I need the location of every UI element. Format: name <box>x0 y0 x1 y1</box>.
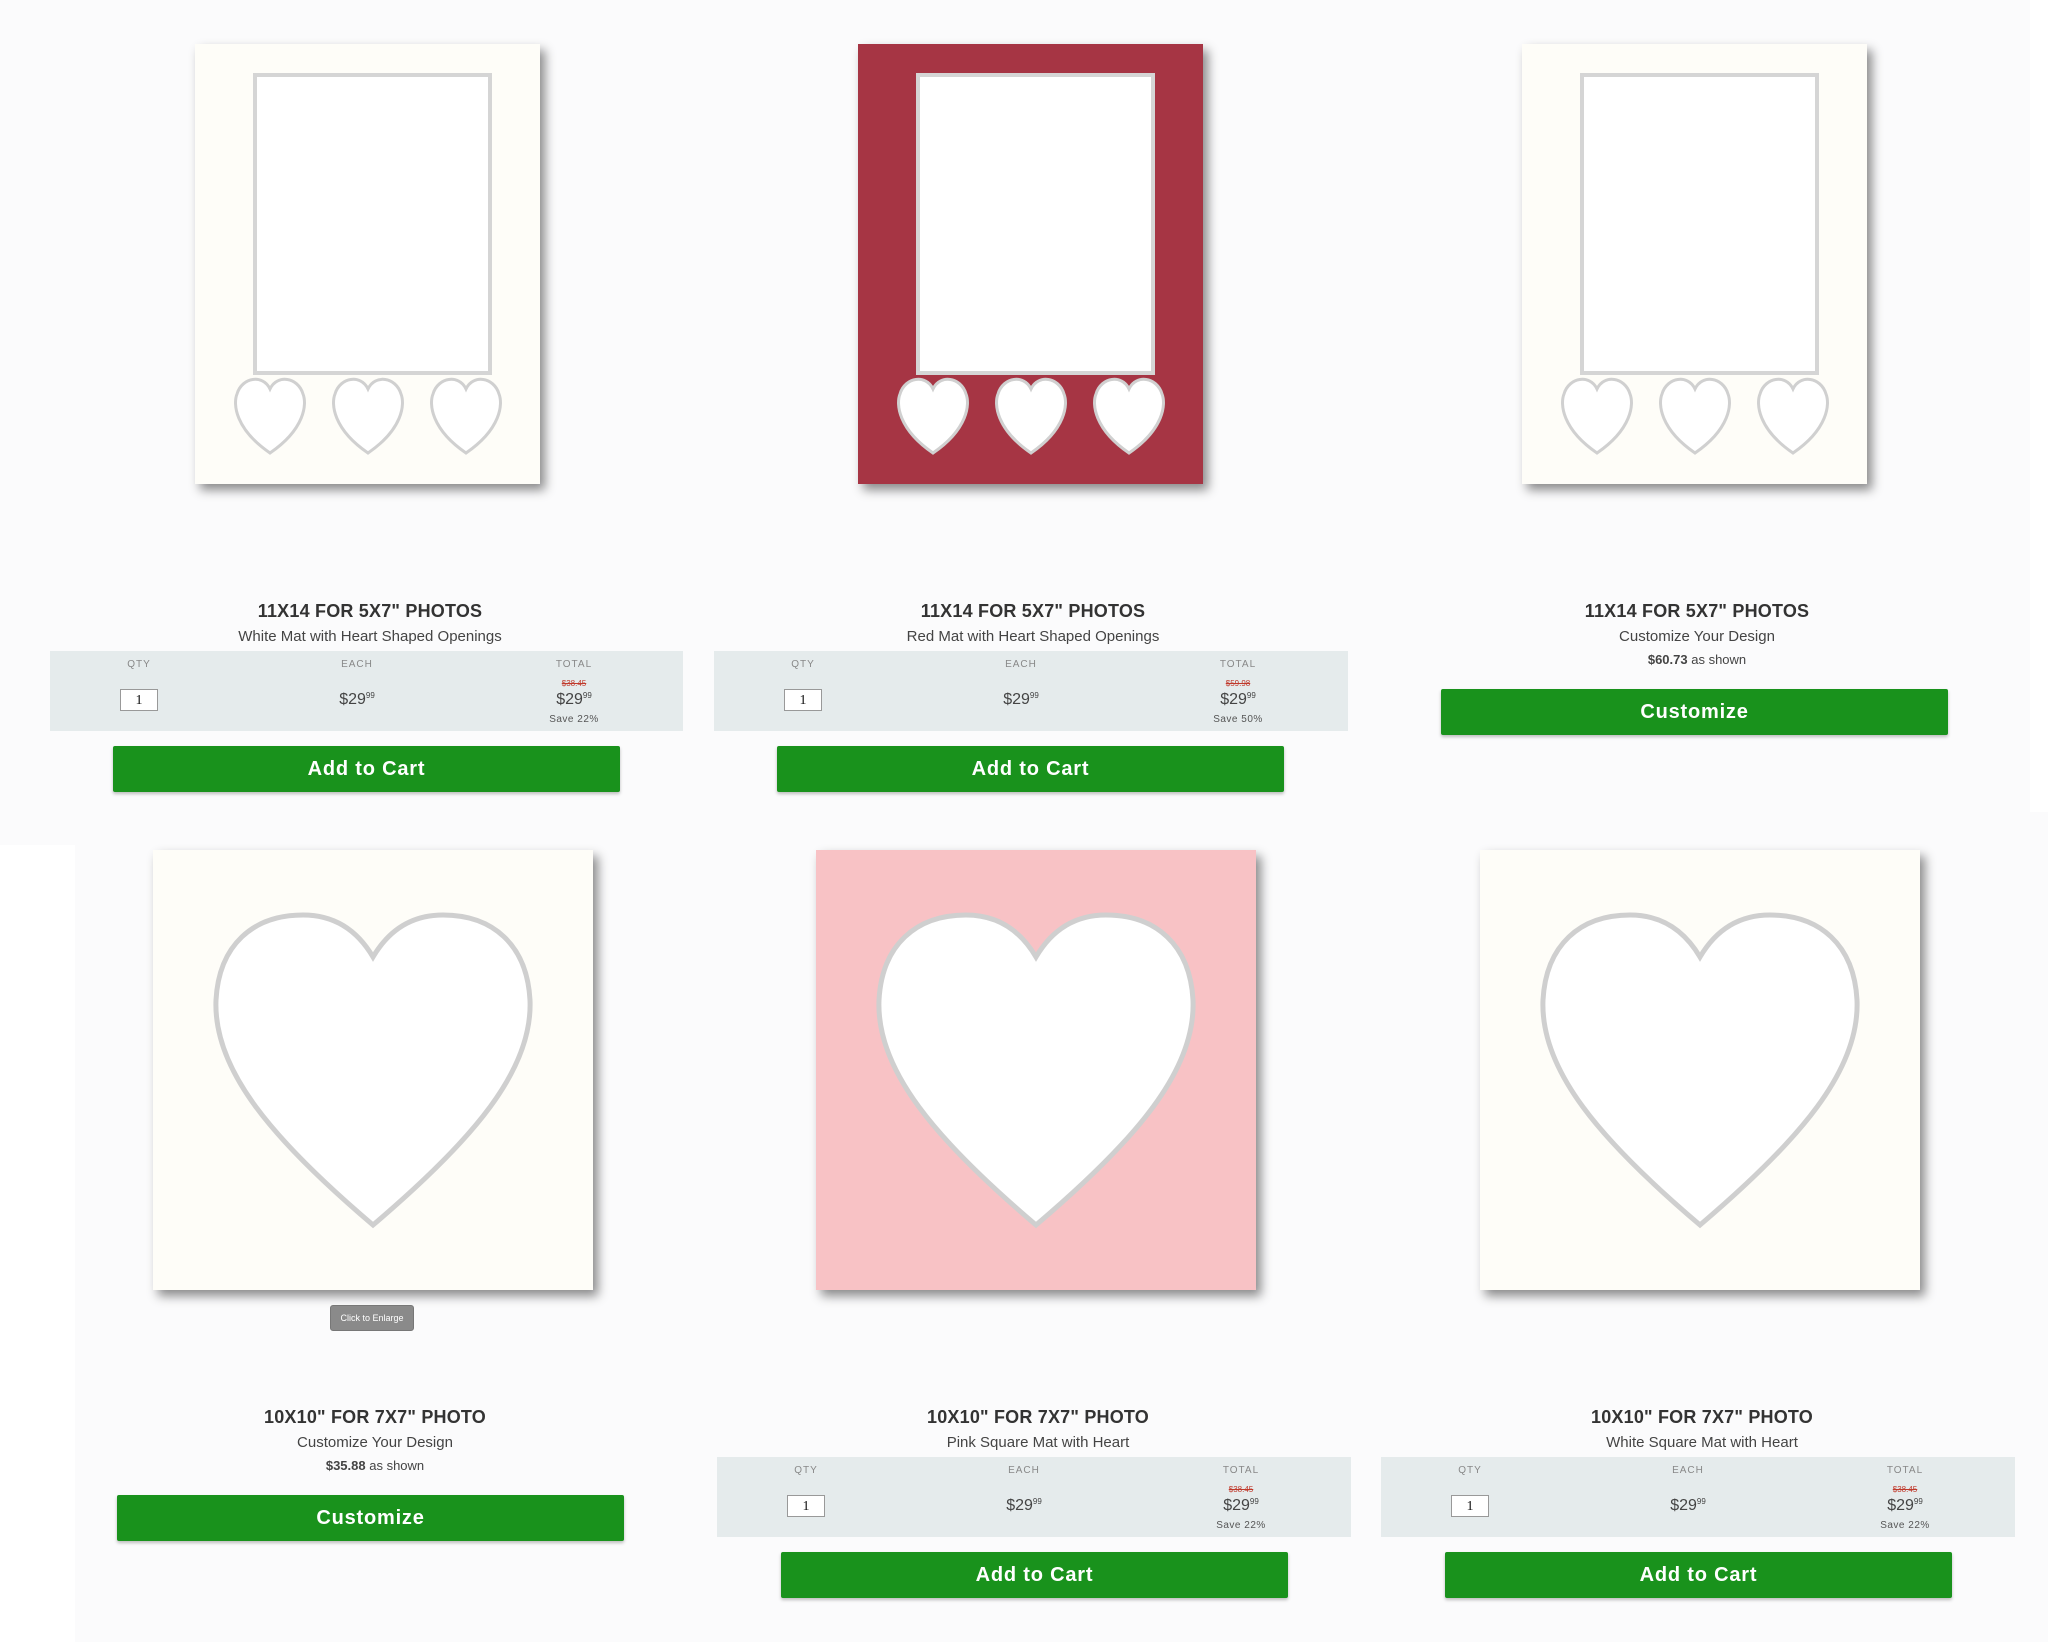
price-box: QTY 1 EACH $2999 TOTAL $59.98 $2999 Save… <box>714 651 1348 731</box>
product-card: 10X10" FOR 7X7" PHOTO White Square Mat w… <box>1372 812 2032 1612</box>
original-total-price: $38.45 <box>561 679 587 688</box>
price-box: QTY 1 EACH $2999 TOTAL $38.45 $2999 Save… <box>717 1457 1351 1537</box>
qty-label: QTY <box>1458 1465 1482 1476</box>
product-image-mat[interactable] <box>153 850 593 1290</box>
mat-heart-opening-image <box>1480 850 1920 1290</box>
add-to-cart-button[interactable]: Add to Cart <box>781 1552 1288 1598</box>
qty-input[interactable]: 1 <box>120 689 158 711</box>
product-title: 11X14 FOR 5X7" PHOTOS <box>1584 601 1810 621</box>
qty-input[interactable]: 1 <box>787 1495 825 1517</box>
add-to-cart-button[interactable]: Add to Cart <box>113 746 620 792</box>
savings-text: Save 22% <box>1880 1520 1930 1531</box>
product-subtitle: Customize Your Design <box>297 1434 453 1451</box>
as-shown-price: $35.88 as shown <box>325 1458 425 1473</box>
original-total-price: $59.98 <box>1225 679 1251 688</box>
add-to-cart-button[interactable]: Add to Cart <box>777 746 1284 792</box>
each-label: EACH <box>341 659 373 670</box>
mat-heart-opening-image <box>153 850 593 1290</box>
mat-heart-openings-image <box>1522 44 1867 484</box>
product-card: 11X14 FOR 5X7" PHOTOS White Mat with Hea… <box>40 0 700 800</box>
total-price: $2999 <box>1223 1497 1259 1514</box>
product-title: 11X14 FOR 5X7" PHOTOS <box>257 601 483 621</box>
qty-label: QTY <box>127 659 151 670</box>
qty-input[interactable]: 1 <box>784 689 822 711</box>
product-image-mat[interactable] <box>816 850 1256 1290</box>
savings-text: Save 50% <box>1213 714 1263 725</box>
product-card: 11X14 FOR 5X7" PHOTOS Customize Your Des… <box>1367 0 2027 800</box>
product-subtitle: White Mat with Heart Shaped Openings <box>238 628 502 645</box>
as-shown-price: $60.73 as shown <box>1647 652 1747 667</box>
product-image-mat[interactable] <box>195 44 540 484</box>
total-label: TOTAL <box>555 659 593 670</box>
each-price: $2999 <box>1006 1497 1042 1514</box>
click-to-enlarge-button[interactable]: Click to Enlarge <box>330 1305 414 1331</box>
each-label: EACH <box>1008 1465 1040 1476</box>
product-title: 10X10" FOR 7X7" PHOTO <box>926 1407 1150 1427</box>
mat-heart-openings-image <box>858 44 1203 484</box>
qty-input[interactable]: 1 <box>1451 1495 1489 1517</box>
product-image-mat[interactable] <box>1480 850 1920 1290</box>
mat-heart-openings-image <box>195 44 540 484</box>
original-total-price: $38.45 <box>1228 1485 1254 1494</box>
mat-heart-opening-image <box>816 850 1256 1290</box>
savings-text: Save 22% <box>1216 1520 1266 1531</box>
each-price: $2999 <box>339 691 375 708</box>
product-subtitle: Pink Square Mat with Heart <box>946 1434 1130 1451</box>
product-card: 10X10" FOR 7X7" PHOTO Pink Square Mat wi… <box>708 812 1368 1612</box>
product-title: 10X10" FOR 7X7" PHOTO <box>263 1407 487 1427</box>
price-box: QTY 1 EACH $2999 TOTAL $38.45 $2999 Save… <box>50 651 683 731</box>
original-total-price: $38.45 <box>1892 1485 1918 1494</box>
total-price: $2999 <box>556 691 592 708</box>
add-to-cart-button[interactable]: Add to Cart <box>1445 1552 1952 1598</box>
product-card: Click to Enlarge 10X10" FOR 7X7" PHOTO C… <box>45 812 705 1612</box>
each-price: $2999 <box>1003 691 1039 708</box>
product-title: 10X10" FOR 7X7" PHOTO <box>1590 1407 1814 1427</box>
total-price: $2999 <box>1220 691 1256 708</box>
price-box: QTY 1 EACH $2999 TOTAL $38.45 $2999 Save… <box>1381 1457 2015 1537</box>
total-label: TOTAL <box>1886 1465 1924 1476</box>
product-image-mat[interactable] <box>858 44 1203 484</box>
savings-text: Save 22% <box>549 714 599 725</box>
qty-label: QTY <box>794 1465 818 1476</box>
customize-button[interactable]: Customize <box>1441 689 1948 735</box>
each-label: EACH <box>1672 1465 1704 1476</box>
total-label: TOTAL <box>1219 659 1257 670</box>
product-title: 11X14 FOR 5X7" PHOTOS <box>920 601 1146 621</box>
total-label: TOTAL <box>1222 1465 1260 1476</box>
product-subtitle: Customize Your Design <box>1619 628 1775 645</box>
each-price: $2999 <box>1670 1497 1706 1514</box>
product-subtitle: White Square Mat with Heart <box>1606 1434 1798 1451</box>
product-card: 11X14 FOR 5X7" PHOTOS Red Mat with Heart… <box>703 0 1363 800</box>
each-label: EACH <box>1005 659 1037 670</box>
qty-label: QTY <box>791 659 815 670</box>
customize-button[interactable]: Customize <box>117 1495 624 1541</box>
total-price: $2999 <box>1887 1497 1923 1514</box>
product-subtitle: Red Mat with Heart Shaped Openings <box>906 628 1160 645</box>
product-image-mat[interactable] <box>1522 44 1867 484</box>
